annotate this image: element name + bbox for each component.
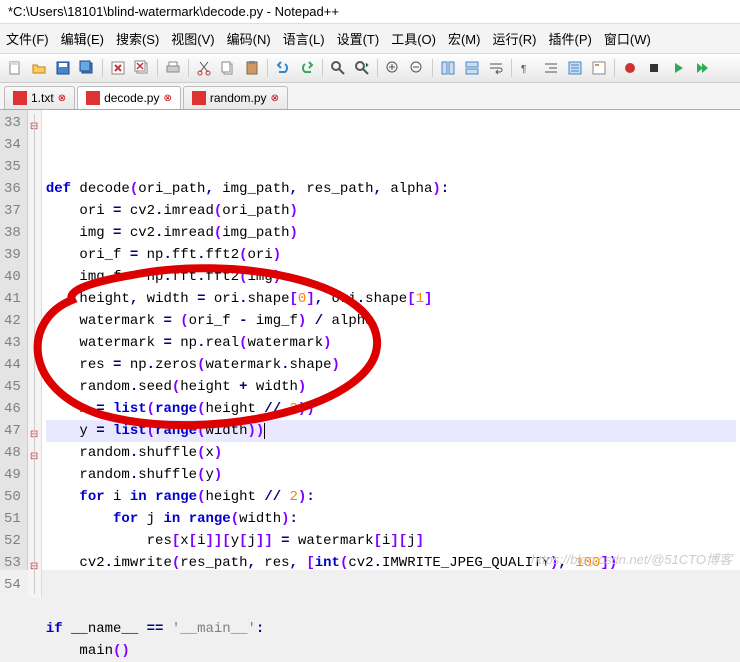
menu-item[interactable]: 搜索(S)	[110, 26, 165, 51]
separator	[102, 59, 103, 77]
copy-button[interactable]	[217, 57, 239, 79]
svg-text:¶: ¶	[521, 64, 526, 75]
wrap-button[interactable]	[485, 57, 507, 79]
separator	[614, 59, 615, 77]
zoom-out-button[interactable]	[406, 57, 428, 79]
tab[interactable]: decode.py ⊗	[77, 86, 181, 109]
undo-button[interactable]	[272, 57, 294, 79]
toolbar: ¶	[0, 54, 740, 83]
separator	[157, 59, 158, 77]
tab-bar: 1.txt ⊗ decode.py ⊗ random.py ⊗	[0, 83, 740, 110]
tab-label: 1.txt	[31, 91, 54, 105]
code-line[interactable]: for i in range(height // 2):	[46, 486, 736, 508]
record-button[interactable]	[619, 57, 641, 79]
stop-button[interactable]	[643, 57, 665, 79]
code-line[interactable]: res[x[i]][y[j]] = watermark[i][j]	[46, 530, 736, 552]
code-line[interactable]: ori_f = np.fft.fft2(ori)	[46, 244, 736, 266]
menu-item[interactable]: 视图(V)	[165, 26, 220, 51]
file-icon	[13, 91, 27, 105]
code-line[interactable]	[46, 596, 736, 618]
menu-item[interactable]: 设置(T)	[331, 26, 386, 51]
replace-button[interactable]	[351, 57, 373, 79]
code-line[interactable]: y = list(range(width))	[46, 420, 736, 442]
save-all-button[interactable]	[76, 57, 98, 79]
doc-map-button[interactable]	[588, 57, 610, 79]
menu-item[interactable]: 编码(N)	[221, 26, 277, 51]
code-line[interactable]: watermark = (ori_f - img_f) / alpha	[46, 310, 736, 332]
window-title: *C:\Users\18101\blind-watermark\decode.p…	[0, 0, 740, 24]
menu-item[interactable]: 宏(M)	[442, 26, 487, 51]
code-line[interactable]: if __name__ == '__main__':	[46, 618, 736, 640]
line-number-gutter: 3334353637383940414243444546474849505152…	[0, 110, 28, 570]
code-line[interactable]: height, width = ori.shape[0], ori.shape[…	[46, 288, 736, 310]
tab[interactable]: 1.txt ⊗	[4, 86, 75, 109]
code-editor[interactable]: 3334353637383940414243444546474849505152…	[0, 110, 740, 570]
code-line[interactable]: cv2.imwrite(res_path, res, [int(cv2.IMWR…	[46, 552, 736, 574]
sync-v-button[interactable]	[437, 57, 459, 79]
show-all-button[interactable]: ¶	[516, 57, 538, 79]
menu-item[interactable]: 运行(R)	[486, 26, 542, 51]
menu-bar: 文件(F)编辑(E)搜索(S)视图(V)编码(N)语言(L)设置(T)工具(O)…	[0, 24, 740, 54]
code-area[interactable]: def decode(ori_path, img_path, res_path,…	[42, 110, 740, 570]
code-line[interactable]	[46, 574, 736, 596]
tab[interactable]: random.py ⊗	[183, 86, 288, 109]
indent-button[interactable]	[540, 57, 562, 79]
paste-button[interactable]	[241, 57, 263, 79]
new-file-button[interactable]	[4, 57, 26, 79]
menu-item[interactable]: 窗口(W)	[598, 26, 657, 51]
separator	[322, 59, 323, 77]
separator	[432, 59, 433, 77]
tab-label: random.py	[210, 91, 267, 105]
fold-column[interactable]: ⊟⊟⊟⊟	[28, 110, 42, 598]
print-button[interactable]	[162, 57, 184, 79]
zoom-in-button[interactable]	[382, 57, 404, 79]
play-multi-button[interactable]	[691, 57, 713, 79]
find-button[interactable]	[327, 57, 349, 79]
separator	[377, 59, 378, 77]
save-button[interactable]	[52, 57, 74, 79]
close-all-button[interactable]	[131, 57, 153, 79]
tab-label: decode.py	[104, 91, 159, 105]
func-list-button[interactable]	[564, 57, 586, 79]
menu-item[interactable]: 编辑(E)	[55, 26, 110, 51]
tab-close-icon[interactable]: ⊗	[163, 93, 171, 104]
code-line[interactable]: x = list(range(height // 2))	[46, 398, 736, 420]
code-line[interactable]: random.shuffle(x)	[46, 442, 736, 464]
redo-button[interactable]	[296, 57, 318, 79]
code-line[interactable]: random.shuffle(y)	[46, 464, 736, 486]
file-icon	[86, 91, 100, 105]
code-line[interactable]: img_f = np.fft.fft2(img)	[46, 266, 736, 288]
menu-item[interactable]: 工具(O)	[385, 26, 442, 51]
separator	[188, 59, 189, 77]
menu-item[interactable]: 语言(L)	[277, 26, 331, 51]
code-line[interactable]: watermark = np.real(watermark)	[46, 332, 736, 354]
separator	[511, 59, 512, 77]
tab-close-icon[interactable]: ⊗	[271, 93, 279, 104]
play-button[interactable]	[667, 57, 689, 79]
open-file-button[interactable]	[28, 57, 50, 79]
code-line[interactable]: img = cv2.imread(img_path)	[46, 222, 736, 244]
menu-item[interactable]: 文件(F)	[0, 26, 55, 51]
code-line[interactable]: for j in range(width):	[46, 508, 736, 530]
cut-button[interactable]	[193, 57, 215, 79]
code-line[interactable]: res = np.zeros(watermark.shape)	[46, 354, 736, 376]
code-line[interactable]: def decode(ori_path, img_path, res_path,…	[46, 178, 736, 200]
code-line[interactable]: random.seed(height + width)	[46, 376, 736, 398]
close-button[interactable]	[107, 57, 129, 79]
code-line[interactable]: ori = cv2.imread(ori_path)	[46, 200, 736, 222]
sync-h-button[interactable]	[461, 57, 483, 79]
code-line[interactable]: main()	[46, 640, 736, 662]
tab-close-icon[interactable]: ⊗	[58, 93, 66, 104]
file-icon	[192, 91, 206, 105]
separator	[267, 59, 268, 77]
menu-item[interactable]: 插件(P)	[543, 26, 598, 51]
